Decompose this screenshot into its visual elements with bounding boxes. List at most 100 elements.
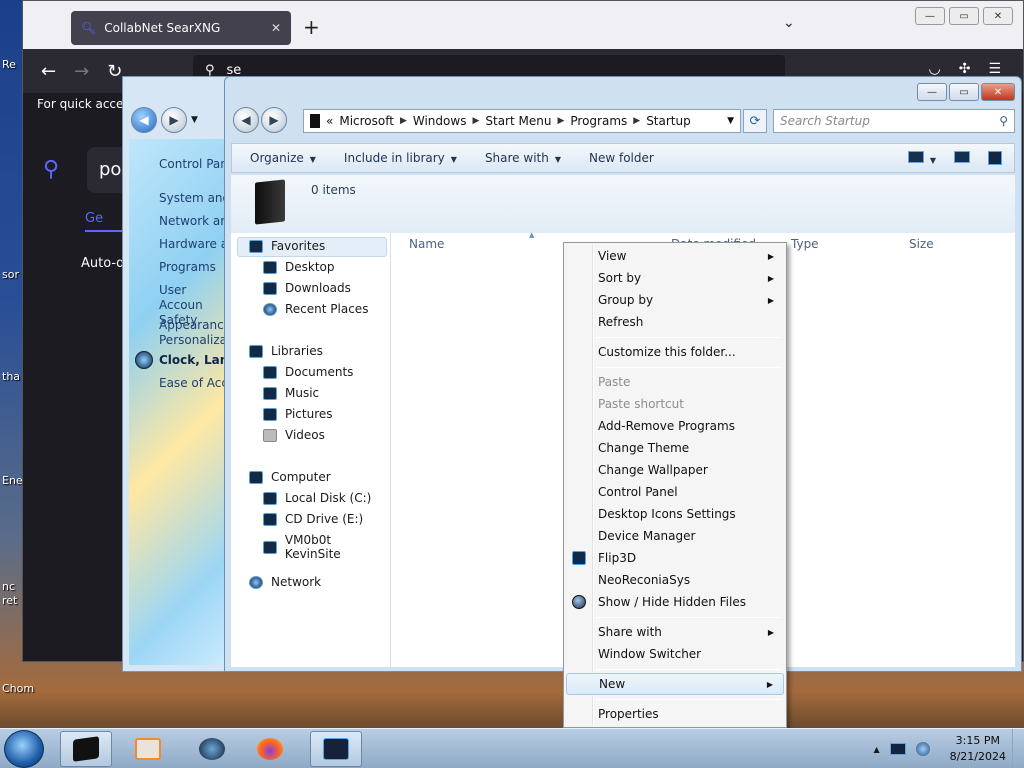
menu-item-show-hide-hidden[interactable]: Show / Hide Hidden Files [566,591,784,613]
menu-item-properties[interactable]: Properties [566,703,784,725]
new-tab-button[interactable]: + [303,15,320,39]
nav-item-cd-drive[interactable]: CD Drive (E:) [263,512,363,526]
organize-button[interactable]: Organize ▼ [250,151,316,165]
forward-button[interactable]: ▶ [161,107,187,133]
refresh-button[interactable]: ⟳ [743,109,767,133]
change-view-button[interactable]: ▼ [907,150,936,166]
nav-item-recent-places[interactable]: Recent Places [263,302,368,316]
pocket-icon[interactable]: ◡ [928,61,940,77]
chevron-right-icon[interactable]: ▶ [557,116,564,126]
breadcrumb-overflow[interactable]: « [326,114,333,128]
menu-item-window-switcher[interactable]: Window Switcher [566,643,784,665]
column-header-size[interactable]: Size [909,237,934,251]
maximize-button[interactable]: ▭ [949,7,979,25]
start-button[interactable] [4,730,44,768]
desktop-icon-label[interactable]: Re [2,58,16,71]
explorer-window-controls: — ▭ ✕ [917,83,1015,101]
nav-item-documents[interactable]: Documents [263,365,353,379]
menu-item-add-remove-programs[interactable]: Add-Remove Programs [566,415,784,437]
back-button[interactable]: ◀ [131,107,157,133]
chevron-down-icon[interactable]: ▼ [191,115,198,125]
menu-item-control-panel[interactable]: Control Panel [566,481,784,503]
close-button[interactable]: ✕ [983,7,1013,25]
taskbar-globe-button[interactable] [186,731,238,767]
taskbar-media-player-button[interactable] [122,731,174,767]
breadcrumb-item[interactable]: Microsoft [339,114,394,128]
cp-item-system[interactable]: System and [159,191,230,206]
minimize-button[interactable]: — [917,83,947,101]
chevron-right-icon[interactable]: ▶ [633,116,640,126]
nav-item-pictures[interactable]: Pictures [263,407,333,421]
nav-item-downloads[interactable]: Downloads [263,281,351,295]
menu-item-change-theme[interactable]: Change Theme [566,437,784,459]
menu-item-desktop-icons[interactable]: Desktop Icons Settings [566,503,784,525]
menu-item-sort-by[interactable]: Sort by ▶ [566,267,784,289]
menu-item-flip3d[interactable]: Flip3D [566,547,784,569]
column-header-name[interactable]: Name [409,237,444,251]
taskbar-control-panel-button[interactable] [310,731,362,767]
chevron-right-icon[interactable]: ▶ [472,116,479,126]
back-button[interactable]: ← [41,61,56,82]
network-status-icon[interactable] [915,742,930,756]
menu-item-refresh[interactable]: Refresh [566,311,784,333]
taskbar-explorer-button[interactable] [60,731,112,767]
search-input[interactable]: Search Startup ⚲ [773,109,1015,133]
desktop-icon-label[interactable]: nc ret [2,580,22,608]
address-bar[interactable]: « Microsoft ▶ Windows ▶ Start Menu ▶ Pro… [303,109,741,133]
menu-item-neoreconiasys[interactable]: NeoReconiaSys [566,569,784,591]
cp-item-appearance[interactable]: Appearance Personalizati [159,318,235,348]
menu-item-view[interactable]: View ▶ [566,245,784,267]
breadcrumb-item[interactable]: Windows [413,114,467,128]
minimize-button[interactable]: — [915,7,945,25]
forward-button[interactable]: → [74,61,89,82]
breadcrumb-item[interactable]: Programs [570,114,627,128]
menu-item-share-with[interactable]: Share with ▶ [566,621,784,643]
monitor-icon[interactable] [889,743,906,755]
maximize-button[interactable]: ▭ [949,83,979,101]
taskbar-firefox-button[interactable] [244,731,296,767]
menu-item-new[interactable]: New ▶ [566,673,784,695]
nav-item-computer[interactable]: Computer [249,470,331,484]
back-button[interactable]: ◀ [233,107,259,133]
chevron-down-icon[interactable]: ▼ [727,116,734,126]
nav-item-network[interactable]: Network [249,575,321,589]
desktop-icon-label[interactable]: Chom [2,682,34,695]
nav-item-libraries[interactable]: Libraries [249,344,323,358]
cp-item-programs[interactable]: Programs [159,260,216,275]
include-in-library-button[interactable]: Include in library ▼ [344,151,457,165]
menu-item-customize[interactable]: Customize this folder... [566,341,784,363]
desktop-icon-label[interactable]: sor [2,268,19,281]
reload-button[interactable]: ↻ [107,61,122,82]
close-button[interactable]: ✕ [981,83,1015,101]
menu-item-change-wallpaper[interactable]: Change Wallpaper [566,459,784,481]
menu-item-device-manager[interactable]: Device Manager [566,525,784,547]
chevron-right-icon[interactable]: ▶ [400,116,407,126]
browser-tab[interactable]: 🔍︎ CollabNet SearXNG ✕ [71,11,291,45]
nav-item-videos[interactable]: Videos [263,428,325,442]
nav-item-favorites[interactable]: Favorites [249,239,325,253]
show-hidden-icons-button[interactable]: ▲ [873,745,879,754]
clock[interactable]: 3:15 PM 8/21/2024 [940,733,1016,765]
desktop-icon-label[interactable]: Ene [2,474,23,487]
share-with-button[interactable]: Share with ▼ [485,151,561,165]
menu-item-group-by[interactable]: Group by ▶ [566,289,784,311]
nav-item-local-disk[interactable]: Local Disk (C:) [263,491,371,505]
nav-item-desktop[interactable]: Desktop [263,260,335,274]
breadcrumb-item[interactable]: Start Menu [485,114,551,128]
preview-pane-icon[interactable] [954,150,970,163]
menu-icon[interactable]: ☰ [988,61,1001,77]
nav-item-music[interactable]: Music [263,386,319,400]
list-tabs-button[interactable]: ⌄ [783,15,795,31]
column-header-type[interactable]: Type [791,237,819,251]
nav-item-network-drive[interactable]: VM0b0t KevinSite [263,533,390,561]
cp-item-hardware[interactable]: Hardware ar [159,237,233,252]
forward-button[interactable]: ▶ [261,107,287,133]
show-desktop-button[interactable] [1012,729,1024,768]
help-icon[interactable] [988,150,1002,165]
extensions-icon[interactable]: ✣ [959,61,971,77]
breadcrumb-item[interactable]: Startup [646,114,691,128]
desktop-icon-label[interactable]: tha [2,370,20,383]
new-folder-button[interactable]: New folder [589,151,654,165]
clock-time: 3:15 PM [955,734,1000,747]
close-icon[interactable]: ✕ [271,21,281,35]
